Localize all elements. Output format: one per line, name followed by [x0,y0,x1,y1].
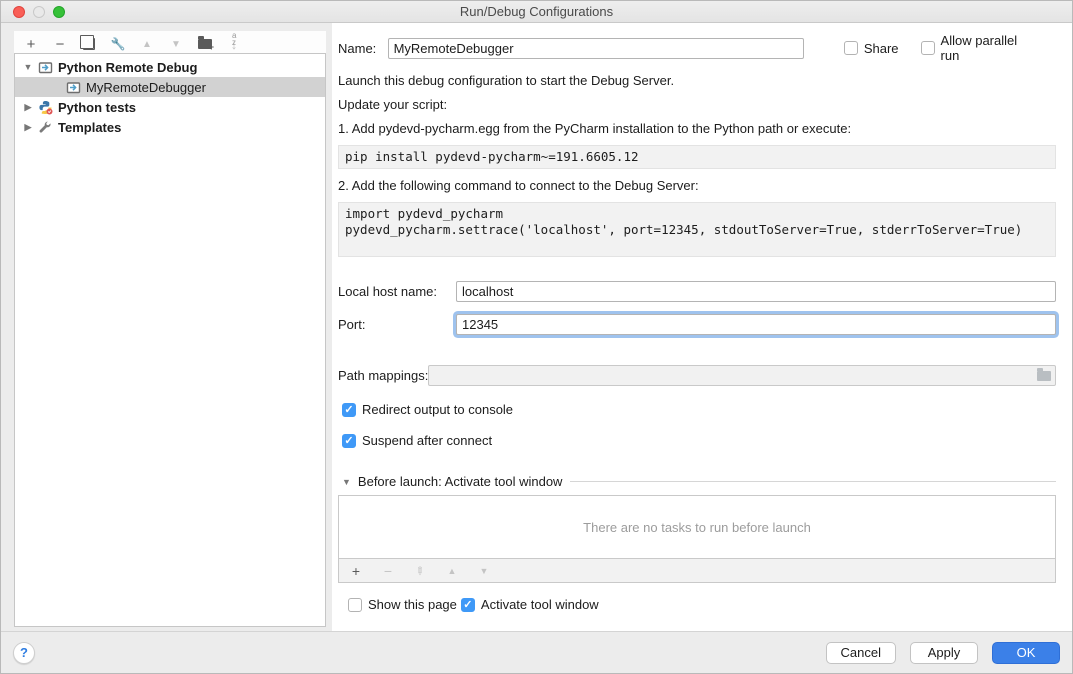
add-task-icon[interactable]: + [348,563,364,579]
redirect-output-checkbox[interactable]: ✓ Redirect output to console [342,402,1056,417]
tree-item-label: MyRemoteDebugger [86,80,206,95]
description-intro: Launch this debug configuration to start… [338,73,1056,88]
close-window-icon[interactable] [13,6,25,18]
minimize-window-icon[interactable] [33,6,45,18]
apply-button[interactable]: Apply [910,642,978,664]
description-update: Update your script: [338,97,1056,112]
templates-wrench-icon [37,119,53,135]
tasks-toolbar: + − ✏ ▲ ▼ [338,559,1056,583]
show-this-page-checkbox[interactable]: Show this page [348,597,457,612]
suspend-after-connect-label: Suspend after connect [362,433,492,448]
remove-task-icon[interactable]: − [380,563,396,579]
local-host-name-input[interactable] [456,281,1056,302]
activate-tool-window-checkbox-box[interactable]: ✓ [461,598,475,612]
activate-tool-window-checkbox[interactable]: ✓ Activate tool window [461,597,599,612]
name-label: Name: [338,41,388,56]
tree-item-label: Python tests [58,100,136,115]
suspend-after-connect-checkbox-box[interactable]: ✓ [342,434,356,448]
port-label: Port: [338,317,456,332]
chevron-down-icon[interactable]: ▼ [342,477,351,487]
tree-item-python-tests[interactable]: ▶ Python tests [15,97,325,117]
remove-configuration-icon[interactable]: − [50,34,70,54]
zoom-window-icon[interactable] [53,6,65,18]
before-launch-section-header[interactable]: ▼ Before launch: Activate tool window [338,474,1056,489]
before-launch-title: Before launch: Activate tool window [358,474,563,489]
share-checkbox-box[interactable] [844,41,858,55]
create-folder-icon[interactable]: + [195,34,215,54]
local-host-name-label: Local host name: [338,284,456,299]
window-title: Run/Debug Configurations [460,4,613,19]
run-config-icon [65,79,81,95]
activate-tool-window-label: Activate tool window [481,597,599,612]
tree-item-label: Templates [58,120,121,135]
new-folder-icon: + [198,39,212,49]
allow-parallel-run-label: Allow parallel run [941,33,1034,63]
tree-item-python-remote-debug[interactable]: ▼ Python Remote Debug [15,57,325,77]
share-checkbox[interactable]: Share [844,41,899,56]
suspend-after-connect-checkbox[interactable]: ✓ Suspend after connect [342,433,1056,448]
redirect-output-label: Redirect output to console [362,402,513,417]
move-down-icon[interactable]: ▼ [166,34,186,54]
description-step2: 2. Add the following command to connect … [338,178,1056,193]
copy-configuration-icon[interactable] [79,34,99,54]
port-input[interactable] [456,314,1056,335]
ok-button[interactable]: OK [992,642,1060,664]
share-label: Share [864,41,899,56]
settrace-code: import pydevd_pycharm pydevd_pycharm.set… [338,202,1056,257]
browse-folder-icon[interactable] [1037,371,1051,381]
dialog-footer: ? Cancel Apply OK [1,631,1072,673]
allow-parallel-run-checkbox[interactable]: Allow parallel run [921,33,1034,63]
chevron-right-icon[interactable]: ▶ [21,102,35,113]
show-this-page-checkbox-box[interactable] [348,598,362,612]
help-button[interactable]: ? [13,642,35,664]
edit-task-icon[interactable]: ✏ [412,563,428,579]
allow-parallel-run-checkbox-box[interactable] [921,41,935,55]
description-block: Launch this debug configuration to start… [338,73,1056,257]
configurations-sidebar: + − 🔧 ▲ ▼ + ↓az ▼ Python Remote Debug [1,23,332,631]
name-input[interactable] [388,38,804,59]
configurations-tree: ▼ Python Remote Debug MyRemoteDebugger ▶… [14,53,326,627]
tree-item-myremotedebugger[interactable]: MyRemoteDebugger [15,77,325,97]
tree-item-templates[interactable]: ▶ Templates [15,117,325,137]
configuration-editor: Name: Share Allow parallel run Launch th… [332,23,1072,631]
path-mappings-input[interactable] [428,365,1056,386]
section-divider [570,481,1056,482]
move-up-icon[interactable]: ▲ [137,34,157,54]
python-tests-icon [37,99,53,115]
tasks-empty-text: There are no tasks to run before launch [583,520,811,535]
sort-configurations-icon[interactable]: ↓az [224,34,244,54]
chevron-down-icon[interactable]: ▼ [21,62,35,72]
cancel-button[interactable]: Cancel [826,642,896,664]
edit-defaults-icon[interactable]: 🔧 [108,34,128,54]
copy-icon [83,38,95,50]
task-move-down-icon[interactable]: ▼ [476,563,492,579]
redirect-output-checkbox-box[interactable]: ✓ [342,403,356,417]
task-move-up-icon[interactable]: ▲ [444,563,460,579]
pip-install-code: pip install pydevd-pycharm~=191.6605.12 [338,145,1056,169]
description-step1: 1. Add pydevd-pycharm.egg from the PyCha… [338,121,1056,136]
tree-item-label: Python Remote Debug [58,60,197,75]
run-config-icon [37,59,53,75]
add-configuration-icon[interactable]: + [21,34,41,54]
before-launch-tasks-list[interactable]: There are no tasks to run before launch [338,495,1056,559]
titlebar: Run/Debug Configurations [1,1,1072,23]
chevron-right-icon[interactable]: ▶ [21,122,35,133]
path-mappings-label: Path mappings: [338,368,428,383]
show-this-page-label: Show this page [368,597,457,612]
run-debug-configurations-dialog: Run/Debug Configurations + − 🔧 ▲ ▼ + ↓az… [0,0,1073,674]
